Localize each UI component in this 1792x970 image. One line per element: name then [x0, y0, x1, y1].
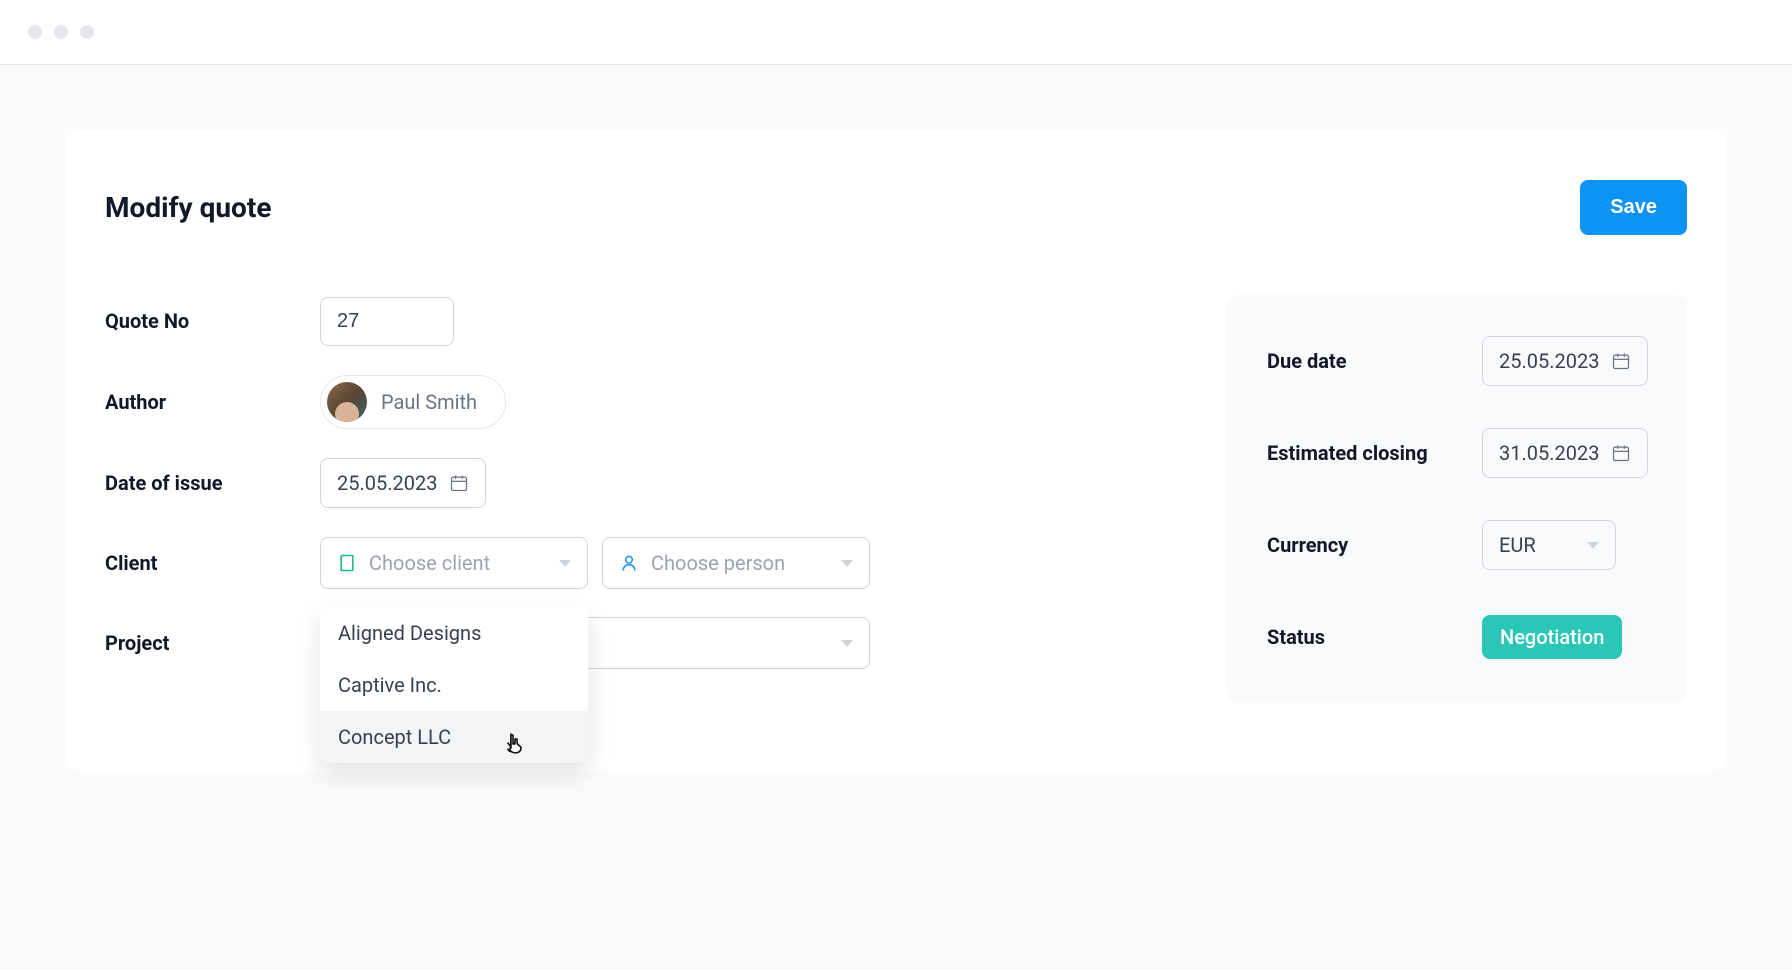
- building-icon: [337, 553, 357, 573]
- calendar-icon: [449, 473, 469, 493]
- estimated-closing-input[interactable]: 31.05.2023: [1482, 428, 1648, 478]
- traffic-light-minimize[interactable]: [54, 25, 68, 39]
- chevron-down-icon: [841, 640, 853, 647]
- currency-label: Currency: [1267, 533, 1482, 557]
- chevron-down-icon: [841, 560, 853, 567]
- quote-no-input[interactable]: [320, 297, 454, 346]
- save-button[interactable]: Save: [1580, 180, 1687, 235]
- person-icon: [619, 553, 639, 573]
- window-titlebar: [0, 0, 1792, 65]
- author-label: Author: [105, 390, 320, 414]
- cursor-icon: [502, 731, 526, 759]
- traffic-light-close[interactable]: [28, 25, 42, 39]
- quote-no-label: Quote No: [105, 309, 320, 333]
- client-select[interactable]: Choose client: [320, 537, 588, 589]
- author-chip[interactable]: Paul Smith: [320, 375, 506, 429]
- estimated-closing-value: 31.05.2023: [1499, 441, 1599, 465]
- page-title: Modify quote: [105, 191, 271, 224]
- avatar: [327, 382, 367, 422]
- client-placeholder: Choose client: [369, 551, 547, 575]
- status-badge[interactable]: Negotiation: [1482, 615, 1622, 659]
- chevron-down-icon: [1587, 542, 1599, 549]
- person-select[interactable]: Choose person: [602, 537, 870, 589]
- traffic-light-zoom[interactable]: [80, 25, 94, 39]
- quote-form-card: Modify quote Save Quote No Author Paul S…: [65, 130, 1727, 773]
- client-label: Client: [105, 551, 320, 575]
- estimated-closing-label: Estimated closing: [1267, 441, 1482, 465]
- author-name: Paul Smith: [381, 390, 477, 414]
- chevron-down-icon: [559, 560, 571, 567]
- due-date-input[interactable]: 25.05.2023: [1482, 336, 1648, 386]
- date-of-issue-value: 25.05.2023: [337, 471, 437, 495]
- project-label: Project: [105, 631, 320, 655]
- dropdown-item[interactable]: Aligned Designs: [320, 607, 588, 659]
- person-placeholder: Choose person: [651, 551, 829, 575]
- due-date-value: 25.05.2023: [1499, 349, 1599, 373]
- calendar-icon: [1611, 443, 1631, 463]
- client-dropdown: Aligned Designs Captive Inc. Concept LLC: [320, 607, 588, 763]
- summary-panel: Due date 25.05.2023 Estimated closing: [1227, 295, 1687, 703]
- dropdown-item-label: Concept LLC: [338, 725, 451, 749]
- date-of-issue-input[interactable]: 25.05.2023: [320, 458, 486, 508]
- date-of-issue-label: Date of issue: [105, 471, 320, 495]
- currency-select[interactable]: EUR: [1482, 520, 1616, 570]
- currency-value: EUR: [1499, 533, 1536, 557]
- dropdown-item[interactable]: Concept LLC: [320, 711, 588, 763]
- status-label: Status: [1267, 625, 1482, 649]
- calendar-icon: [1611, 351, 1631, 371]
- dropdown-item[interactable]: Captive Inc.: [320, 659, 588, 711]
- due-date-label: Due date: [1267, 349, 1482, 373]
